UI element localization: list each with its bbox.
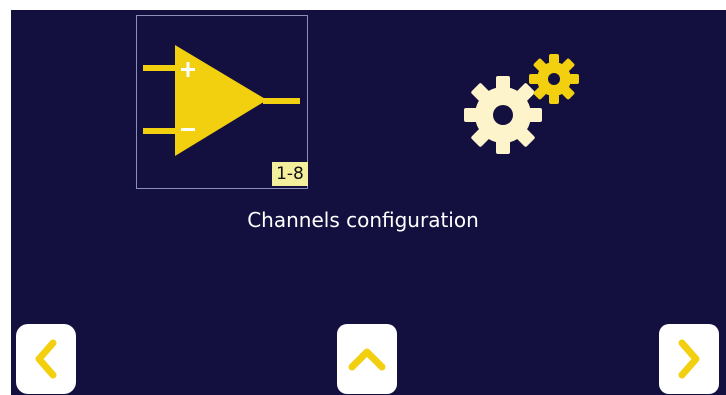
chevron-up-icon [348, 348, 386, 371]
channel-range-badge: 1-8 [272, 162, 308, 186]
chevron-left-icon [35, 339, 57, 379]
amplifier-channels-tile[interactable]: 1-8 [136, 15, 308, 189]
chevron-right-icon [678, 339, 700, 379]
page-caption: Channels configuration [247, 208, 479, 232]
back-button[interactable] [16, 324, 76, 394]
screen: 1-8 [11, 10, 726, 395]
gears-icon[interactable] [460, 52, 580, 162]
forward-button[interactable] [659, 324, 719, 394]
up-button[interactable] [337, 324, 397, 394]
